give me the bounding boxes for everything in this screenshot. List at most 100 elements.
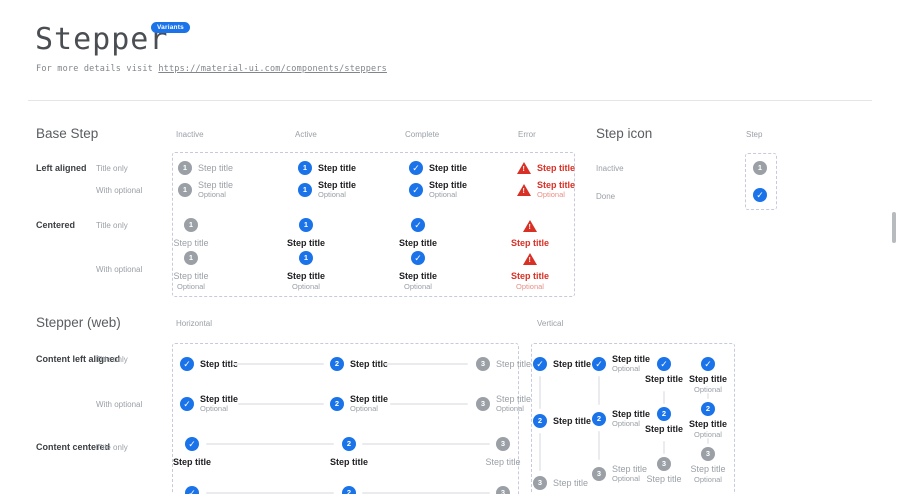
error-icon: ! xyxy=(523,253,537,265)
step-optional-label: Optional xyxy=(350,404,388,413)
step-title: Step title xyxy=(553,359,591,369)
step-inactive: 3Step titleOptional xyxy=(673,447,743,484)
sublabel-title-only: Title only xyxy=(96,355,128,364)
sublabel-title-only: Title only xyxy=(96,443,128,452)
step-number-icon: 3 xyxy=(701,447,715,461)
step-number-icon: 2 xyxy=(330,397,344,411)
check-icon: ✓ xyxy=(409,183,423,197)
step-title: Step title xyxy=(689,419,727,429)
scrollbar-thumb[interactable] xyxy=(892,212,896,243)
connector-line xyxy=(707,438,709,444)
step-active: 2Step title xyxy=(314,437,384,467)
connector-line xyxy=(598,431,600,460)
step-title: Step title xyxy=(318,163,356,173)
step-optional-label: Optional xyxy=(516,282,544,291)
step-number-icon: 2 xyxy=(592,412,606,426)
sublabel-with-optional: With optional xyxy=(96,186,142,195)
sublabel-title-only: Title only xyxy=(96,221,128,230)
step-error: !Step title xyxy=(517,161,575,174)
connector-line xyxy=(539,433,541,471)
check-icon: ✓ xyxy=(411,251,425,265)
column-header-error: Error xyxy=(518,130,536,139)
connector-line xyxy=(707,393,709,399)
step-inactive: 3 Step title xyxy=(476,357,531,371)
step-optional-label: Optional xyxy=(177,282,205,291)
step-title: Step title xyxy=(553,478,588,488)
sublabel-with-optional: With optional xyxy=(96,400,142,409)
step-optional-label: Optional xyxy=(200,404,238,413)
step-title: Step title xyxy=(198,180,233,190)
step-title: Step title xyxy=(690,464,725,474)
section-heading-base-step: Base Step xyxy=(36,126,98,141)
check-icon: ✓ xyxy=(180,357,194,371)
step-number-icon: 1 xyxy=(299,251,313,265)
step-optional-label: Optional xyxy=(198,190,233,199)
step-complete: ✓Step title xyxy=(383,218,453,248)
step-number-icon: 3 xyxy=(592,467,606,481)
step-title: Step title xyxy=(173,457,211,467)
step-complete: ✓ Step titleOptional xyxy=(409,180,467,199)
step-complete: ✓Step title xyxy=(180,357,238,371)
step-title: Step title xyxy=(496,394,531,404)
step-title: Step title xyxy=(537,180,575,190)
step-number-icon: 2 xyxy=(657,407,671,421)
step-optional-label: Optional xyxy=(318,190,356,199)
sublabel-title-only: Title only xyxy=(96,164,128,173)
error-icon: ! xyxy=(523,220,537,232)
step-title: Step title xyxy=(429,163,467,173)
column-header-complete: Complete xyxy=(405,130,439,139)
variants-badge: Variants xyxy=(151,22,190,33)
check-icon: ✓ xyxy=(185,486,199,494)
step-title: Step title xyxy=(399,238,437,248)
step-title: Step title xyxy=(350,394,388,404)
step-error: !Step titleOptional xyxy=(495,252,565,291)
step-active: 1Step title xyxy=(298,161,356,175)
check-icon: ✓ xyxy=(701,357,715,371)
row-label-centered: Centered xyxy=(36,220,75,230)
step-optional-label: Optional xyxy=(292,282,320,291)
check-icon: ✓ xyxy=(180,397,194,411)
step-error: ! Step title xyxy=(495,219,565,248)
step-active: 2Step title xyxy=(330,357,388,371)
step-active: 1Step title xyxy=(271,218,341,248)
step-title: Step title xyxy=(173,238,208,248)
step-active: 1Step titleOptional xyxy=(298,180,356,199)
step-title: Step title xyxy=(496,359,531,369)
step-inactive: 1Step title xyxy=(178,161,233,175)
error-icon: ! xyxy=(517,184,531,196)
check-icon: ✓ xyxy=(185,437,199,451)
step-title: Step title xyxy=(318,180,356,190)
step-title: Step title xyxy=(200,394,238,404)
step-inactive: 3Step title xyxy=(468,437,538,467)
row-label-done: Done xyxy=(596,192,615,201)
step-number-icon: 1 xyxy=(178,161,192,175)
step-title: Step title xyxy=(429,180,467,190)
step-title: Step title xyxy=(350,359,388,369)
step-number-icon: 3 xyxy=(496,486,510,494)
connector-line xyxy=(663,441,665,454)
step-title: Step title xyxy=(330,457,368,467)
step-optional-label: Optional xyxy=(429,190,467,199)
step-title: Step title xyxy=(287,271,325,281)
step-optional-label: Optional xyxy=(537,190,575,199)
step-optional-label: Optional xyxy=(404,282,432,291)
step-inactive: 1Step titleOptional xyxy=(178,180,233,199)
step-title: Step title xyxy=(287,238,325,248)
step-complete: ✓ Step title xyxy=(409,161,467,175)
step-active: 2Step title xyxy=(533,414,591,428)
step-number-icon: 3 xyxy=(533,476,547,490)
step-title: Step title xyxy=(511,238,549,248)
step-inactive: 1Step titleOptional xyxy=(156,251,226,291)
connector-line xyxy=(539,376,541,409)
subtitle: For more details visit https://material-… xyxy=(36,64,387,74)
step-number-icon: 1 xyxy=(184,218,198,232)
check-icon: ✓ xyxy=(409,161,423,175)
column-header-vertical: Vertical xyxy=(537,319,563,328)
check-icon: ✓ xyxy=(753,188,767,202)
step-number-icon: 3 xyxy=(476,357,490,371)
steppers-docs-link[interactable]: https://material-ui.com/components/stepp… xyxy=(158,64,387,74)
column-header-horizontal: Horizontal xyxy=(176,319,212,328)
step-complete: ✓ Step title xyxy=(157,437,227,467)
connector-line xyxy=(238,403,324,405)
step-title: Step title xyxy=(553,416,591,426)
